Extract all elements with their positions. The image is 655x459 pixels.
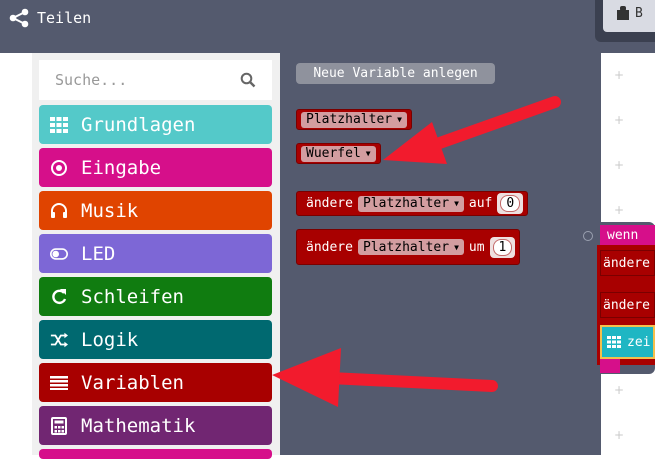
arrow-to-wuerfel <box>383 96 561 164</box>
annotation-arrows <box>272 96 561 407</box>
arrow-to-variablen <box>272 348 498 407</box>
